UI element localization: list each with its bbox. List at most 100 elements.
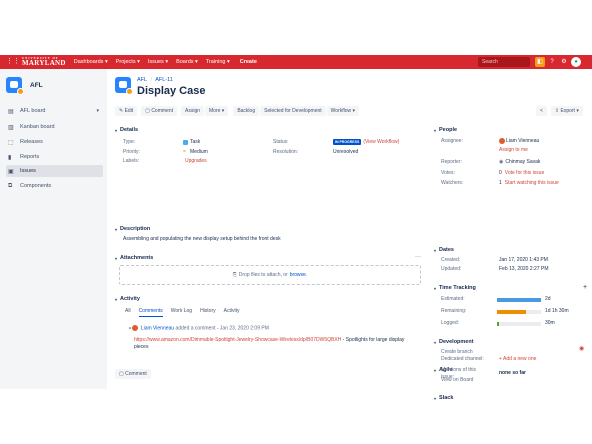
slack-mentions-value: none so far — [499, 370, 526, 376]
search-input[interactable]: Search — [478, 57, 530, 67]
priority-text: Medium — [190, 149, 208, 155]
reporter-value[interactable]: ◉ Chinmay Savak — [499, 159, 540, 165]
settings-icon[interactable]: ⚙ — [559, 57, 569, 67]
breadcrumb-issue-key[interactable]: AFL-11 — [155, 77, 173, 83]
app-switcher-icon[interactable]: ⋮⋮ — [6, 58, 20, 66]
more-button[interactable]: More ▾ — [205, 106, 229, 116]
votes-count: 0 — [499, 170, 502, 176]
remaining-fill — [497, 310, 526, 314]
nav-boards[interactable]: Boards ▾ — [176, 59, 198, 65]
chevron-down-icon: ▾ — [115, 226, 118, 232]
description-heading[interactable]: ▾ Description — [115, 226, 150, 232]
backlog-button[interactable]: Backlog — [233, 106, 260, 116]
view-workflow-link[interactable]: (View Workflow) — [363, 139, 399, 145]
reporter-label: Reporter: — [441, 159, 462, 165]
tab-all[interactable]: All — [125, 308, 131, 317]
status-badge[interactable]: IN PROGRESS — [333, 139, 362, 145]
right-actions: < ⇪ Export ▾ — [536, 106, 587, 116]
project-header[interactable]: AFL — [6, 77, 43, 95]
comment-author[interactable]: Liam Vienneau — [141, 325, 174, 331]
jira-window: ⋮⋮ UNIVERSITY OF MARYLAND Dashboards ▾ P… — [0, 55, 592, 401]
vote-link[interactable]: Vote for this issue — [505, 170, 544, 176]
add-comment-button[interactable]: ▢ Comment — [115, 369, 151, 379]
sidebar-item-label: Issues — [20, 168, 36, 174]
breadcrumb-project[interactable]: AFL — [137, 77, 147, 83]
watch-link[interactable]: Start watching this issue — [505, 180, 559, 186]
remaining-value: 1d 1h 30m — [545, 308, 569, 314]
sidebar-item-components[interactable]: ⧉ Components — [6, 180, 103, 192]
time-tracking-heading-text: Time Tracking — [439, 285, 476, 291]
dates-heading[interactable]: ▾ Dates — [434, 247, 454, 253]
updated-label: Updated: — [441, 266, 462, 272]
browse-link[interactable]: browse. — [290, 272, 308, 278]
estimated-value: 2d — [545, 296, 551, 302]
logged-fill — [497, 322, 499, 326]
slack-heading[interactable]: ▾ Slack — [434, 395, 453, 401]
add-time-icon[interactable]: + — [583, 284, 587, 291]
help-icon[interactable]: ? — [547, 57, 557, 67]
chevron-down-icon: ▾ — [115, 296, 118, 302]
details-heading[interactable]: ▾ Details — [115, 127, 138, 133]
components-icon: ⧉ — [8, 182, 13, 189]
slack-user-icon[interactable]: ◉ — [579, 345, 584, 352]
tab-work-log[interactable]: Work Log — [171, 308, 192, 317]
attachment-dropzone[interactable]: ⎘ Drop files to attach, or browse. — [119, 265, 421, 285]
paperclip-icon: ⎘ — [232, 272, 237, 278]
chevron-down-icon: ▾ — [434, 247, 437, 253]
attachments-heading-text: Attachments — [120, 255, 154, 261]
page-title[interactable]: Display Case — [137, 85, 205, 97]
create-button[interactable]: Create — [240, 59, 257, 65]
nav-issues[interactable]: Issues ▾ — [148, 59, 168, 65]
add-channel-link[interactable]: + Add a new one — [499, 356, 536, 362]
chevron-down-icon: ▾ — [434, 395, 437, 401]
chevron-down-icon[interactable]: ▾ — [129, 325, 131, 330]
assign-to-me-link[interactable]: Assign to me — [499, 147, 528, 153]
chevron-down-icon[interactable]: ▾ — [96, 108, 99, 114]
avatar[interactable] — [132, 325, 139, 331]
share-icon[interactable]: < — [536, 106, 547, 116]
chevron-down-icon: ▾ — [434, 127, 437, 133]
sidebar-item-kanban-board[interactable]: ▥ Kanban board — [6, 121, 103, 133]
chevron-down-icon: ▾ — [115, 127, 118, 133]
comment-link[interactable]: https://www.amazon.com/Dimmable-Spotligh… — [134, 337, 341, 343]
reporter-name: Chinmay Savak — [505, 159, 541, 165]
nav-projects[interactable]: Projects ▾ — [116, 59, 140, 65]
selected-for-development-button[interactable]: Selected for Development — [260, 106, 326, 116]
details-heading-text: Details — [120, 127, 139, 133]
comment-body: https://www.amazon.com/Dimmable-Spotligh… — [134, 337, 419, 351]
watchers-count: 1 — [499, 180, 502, 186]
assign-button[interactable]: Assign — [181, 106, 205, 116]
label-upgrades[interactable]: Upgrades — [185, 158, 207, 164]
user-avatar[interactable]: ● — [571, 57, 581, 67]
assignee-value[interactable]: Liam Vienneau — [499, 138, 539, 144]
slack-heading-text: Slack — [439, 395, 454, 401]
attachments-heading[interactable]: ▾ Attachments — [115, 255, 153, 261]
logged-label: Logged: — [441, 320, 460, 326]
votes-value: 0 Vote for this issue — [499, 170, 544, 176]
sidebar-item-afl-board[interactable]: ▤ AFL board ▾ — [6, 105, 103, 117]
tab-comments[interactable]: Comments — [138, 308, 163, 317]
notifications-icon[interactable]: ◧ — [535, 57, 545, 67]
description-text[interactable]: Assembling and populating the new displa… — [123, 236, 281, 242]
type-text: Task — [190, 139, 201, 145]
sidebar-item-issues[interactable]: ▣ Issues — [6, 165, 103, 177]
resolution-value: Unresolved — [333, 149, 359, 155]
tab-activity[interactable]: Activity — [224, 308, 240, 317]
tab-history[interactable]: History — [200, 308, 216, 317]
sidebar-item-reports[interactable]: ▮ Reports — [6, 151, 103, 163]
priority-value[interactable]: = Medium — [183, 149, 208, 155]
time-tracking-heading[interactable]: ▾ Time Tracking — [434, 285, 476, 291]
comment-button[interactable]: ▢ Comment — [141, 106, 177, 116]
more-options-icon[interactable]: ··· — [415, 254, 421, 260]
watchers-value: 1 Start watching this issue — [499, 180, 559, 186]
type-value[interactable]: Task — [183, 139, 200, 145]
nav-dashboards[interactable]: Dashboards ▾ — [74, 59, 108, 65]
nav-training[interactable]: Training ▾ — [206, 59, 230, 65]
people-heading[interactable]: ▾ People — [434, 127, 457, 133]
export-button[interactable]: ⇪ Export ▾ — [550, 106, 583, 116]
activity-heading[interactable]: ▾ Activity — [115, 296, 140, 302]
edit-button[interactable]: ✎ Edit — [115, 106, 138, 116]
university-logo[interactable]: UNIVERSITY OF MARYLAND — [22, 57, 66, 67]
workflow-button[interactable]: Workflow ▾ — [326, 106, 360, 116]
sidebar-item-releases[interactable]: ⬚ Releases — [6, 136, 103, 148]
